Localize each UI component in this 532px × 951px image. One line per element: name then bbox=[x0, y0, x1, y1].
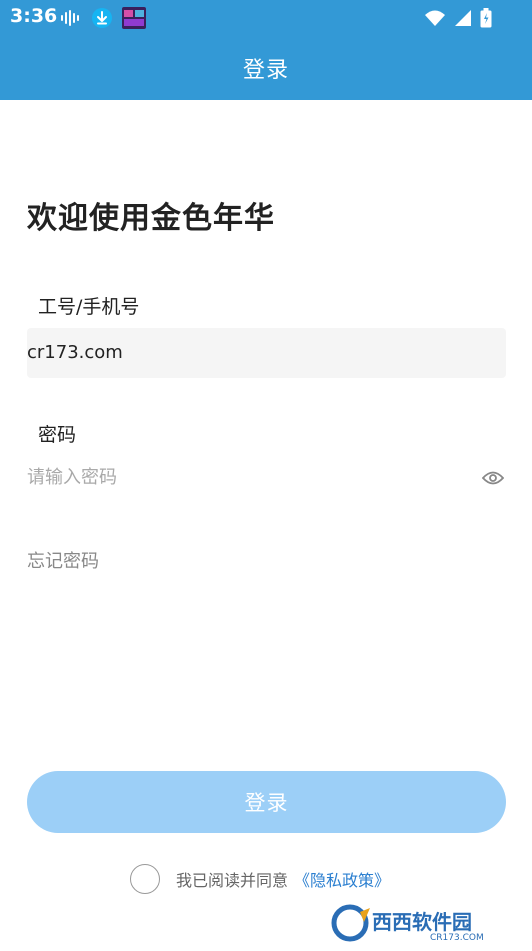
account-label: 工号/手机号 bbox=[38, 296, 140, 318]
app-thumbnail-icon bbox=[122, 7, 146, 33]
agreement-row: 我已阅读并同意 《隐私政策》 bbox=[130, 862, 390, 896]
status-notification-icons bbox=[60, 7, 146, 33]
page-title: 登录 bbox=[242, 58, 289, 83]
status-bar: 3:36 bbox=[0, 0, 532, 34]
password-input[interactable] bbox=[27, 467, 467, 488]
eye-icon[interactable] bbox=[481, 470, 505, 490]
audio-waves-icon bbox=[60, 9, 82, 31]
password-label: 密码 bbox=[38, 424, 77, 446]
battery-icon bbox=[480, 8, 492, 32]
welcome-heading: 欢迎使用金色年华 bbox=[27, 201, 275, 236]
status-system-icons bbox=[424, 8, 492, 32]
account-value: cr173.com bbox=[27, 342, 123, 363]
watermark-subtext: CR173.COM bbox=[430, 933, 484, 943]
app-bar: 登录 bbox=[0, 34, 532, 100]
password-field-container bbox=[27, 455, 506, 505]
forgot-password-link[interactable]: 忘记密码 bbox=[27, 547, 99, 573]
login-button[interactable]: 登录 bbox=[27, 771, 506, 833]
signal-icon bbox=[454, 9, 472, 31]
account-field[interactable]: cr173.com bbox=[27, 328, 506, 378]
agreement-checkbox[interactable] bbox=[130, 864, 160, 894]
privacy-policy-link[interactable]: 《隐私政策》 bbox=[294, 867, 390, 891]
watermark-text: 西西软件园 bbox=[372, 910, 472, 934]
watermark-logo: 西西软件园 CR173.COM bbox=[330, 902, 510, 944]
agreement-text: 我已阅读并同意 bbox=[176, 871, 289, 890]
download-icon bbox=[91, 7, 113, 33]
wifi-icon bbox=[424, 9, 446, 31]
status-time: 3:36 bbox=[10, 5, 58, 27]
